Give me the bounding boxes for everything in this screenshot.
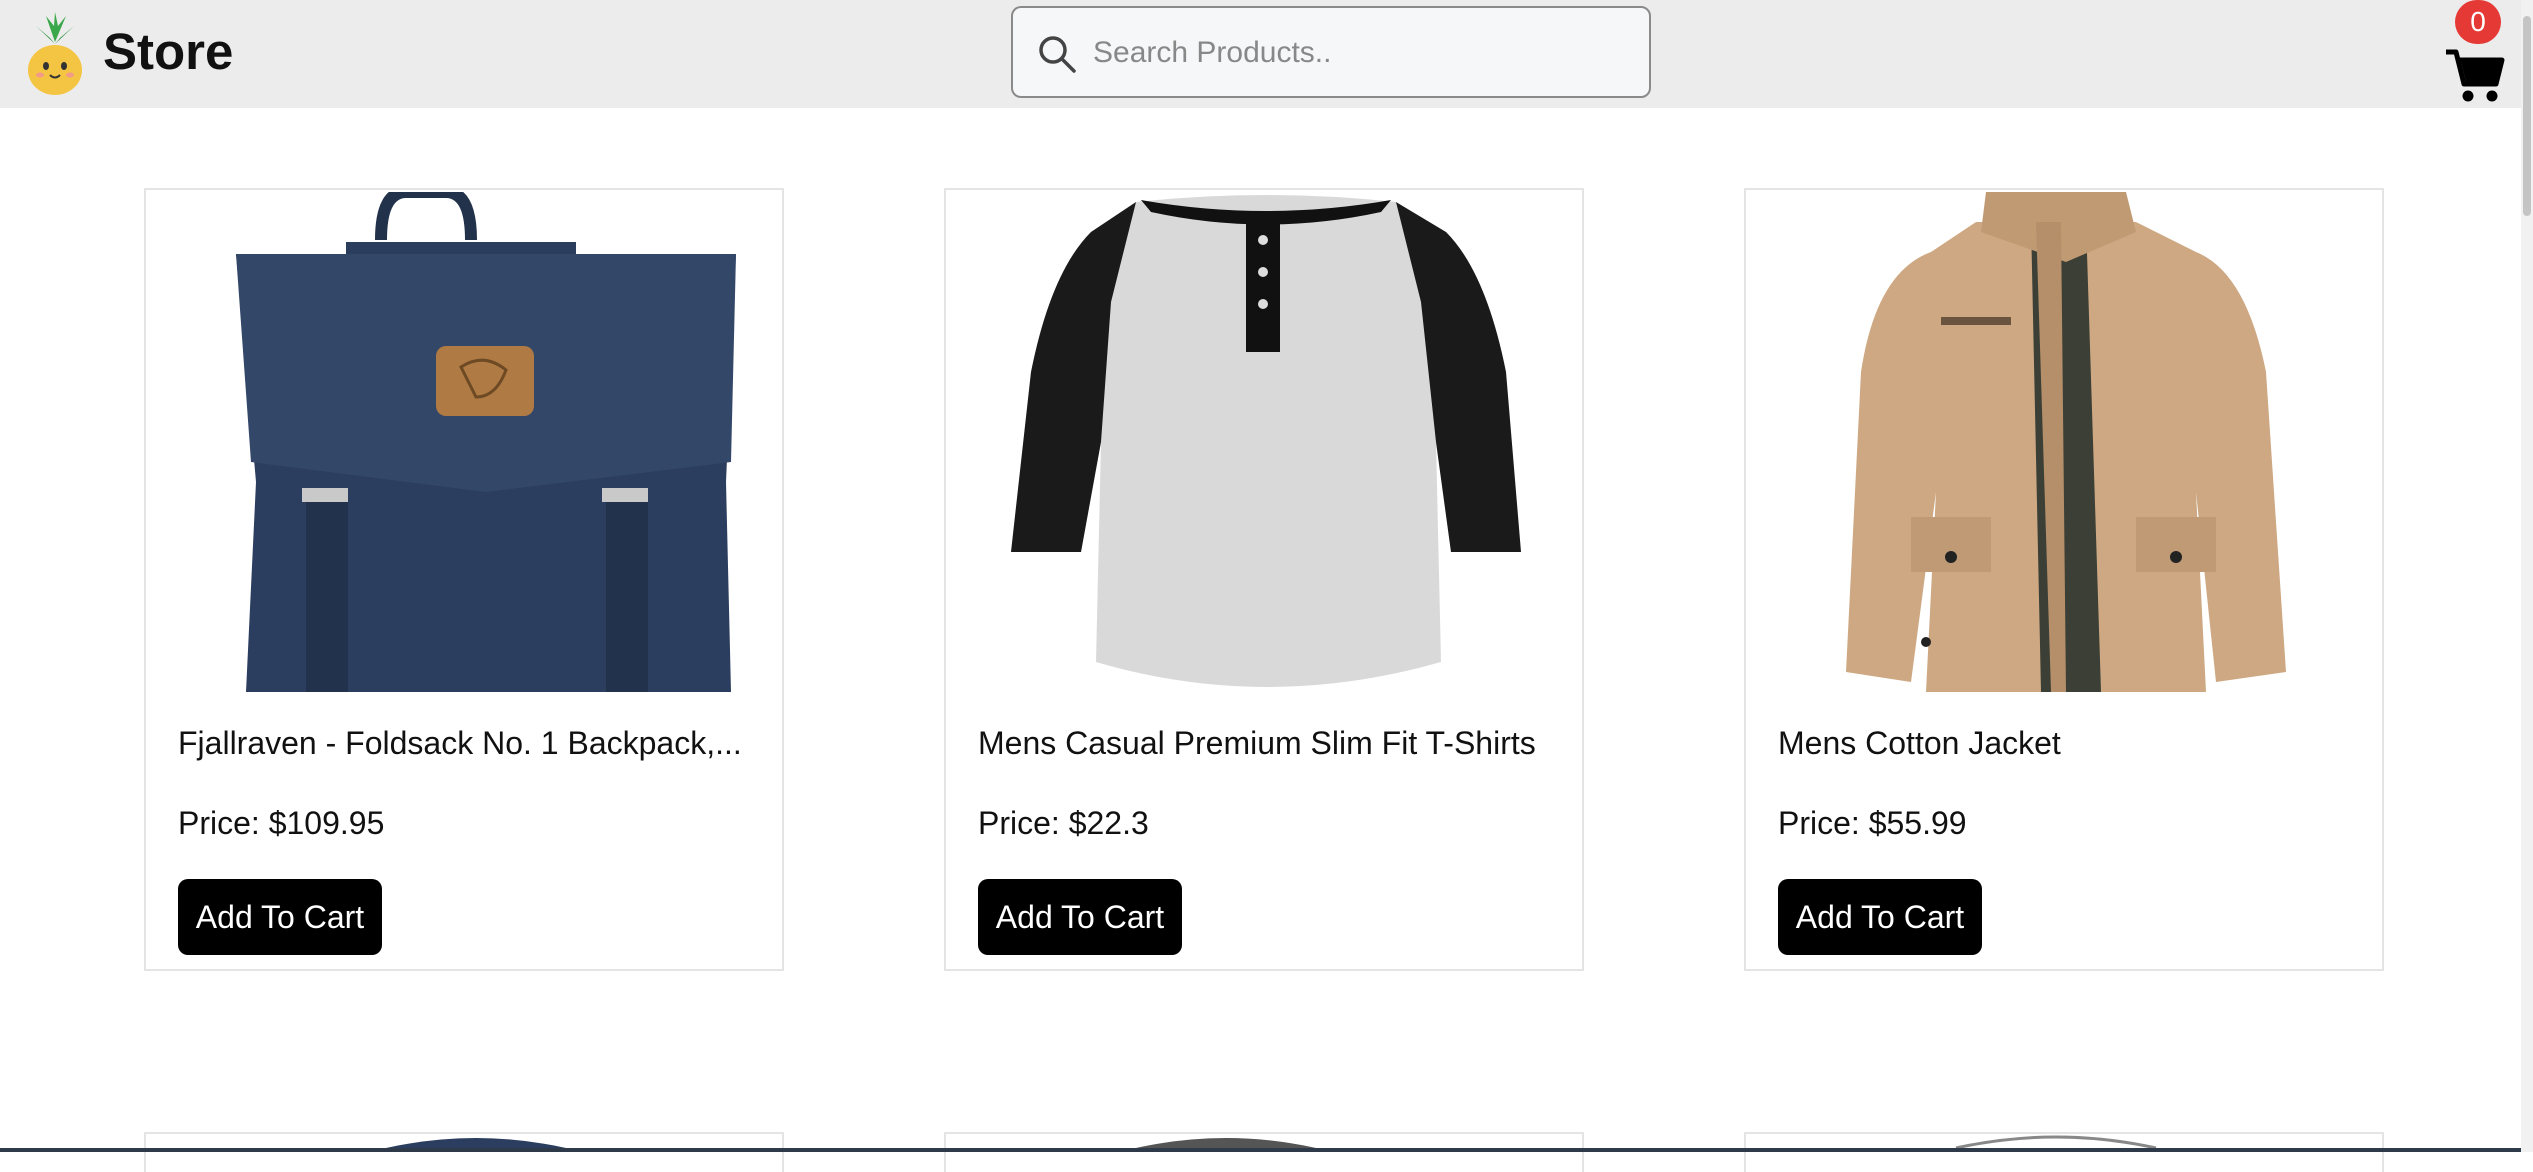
pineapple-icon[interactable] <box>24 12 86 96</box>
search-bar[interactable] <box>1011 6 1651 98</box>
cart-icon[interactable] <box>2444 46 2506 104</box>
search-icon <box>1039 36 1076 73</box>
product-card: Mens Casual Premium Slim Fit T-Shirts Pr… <box>944 188 1584 971</box>
product-price: Price: $22.3 <box>978 805 1149 841</box>
product-card-partial <box>144 1132 784 1172</box>
product-image <box>1136 1138 1316 1148</box>
product-title[interactable]: Mens Cotton Jacket <box>1778 722 2358 764</box>
add-to-cart-button[interactable]: Add To Cart <box>978 879 1182 955</box>
product-image[interactable] <box>166 192 762 702</box>
bottom-edge <box>0 1148 2521 1152</box>
add-to-cart-button[interactable]: Add To Cart <box>178 879 382 955</box>
brand-title[interactable]: Store <box>103 20 233 84</box>
product-title[interactable]: Fjallraven - Foldsack No. 1 Backpack,... <box>178 722 758 764</box>
product-price: Price: $55.99 <box>1778 805 1967 841</box>
add-to-cart-button[interactable]: Add To Cart <box>1778 879 1982 955</box>
product-image[interactable] <box>966 192 1562 702</box>
product-price: Price: $109.95 <box>178 805 385 841</box>
product-image <box>1955 1135 2157 1148</box>
product-title[interactable]: Mens Casual Premium Slim Fit T-Shirts <box>978 722 1558 764</box>
header-bar: Store 0 <box>0 0 2533 108</box>
product-image[interactable] <box>1766 192 2362 702</box>
scrollbar-thumb[interactable] <box>2523 16 2531 216</box>
product-card-partial <box>1744 1132 2384 1172</box>
product-card: Mens Cotton Jacket Price: $55.99 Add To … <box>1744 188 2384 971</box>
product-card: Fjallraven - Foldsack No. 1 Backpack,...… <box>144 188 784 971</box>
scrollbar[interactable] <box>2521 0 2533 1152</box>
product-card-partial <box>944 1132 1584 1172</box>
cart-count-badge: 0 <box>2455 0 2501 44</box>
search-input[interactable] <box>1093 26 1623 80</box>
product-image <box>386 1138 566 1148</box>
